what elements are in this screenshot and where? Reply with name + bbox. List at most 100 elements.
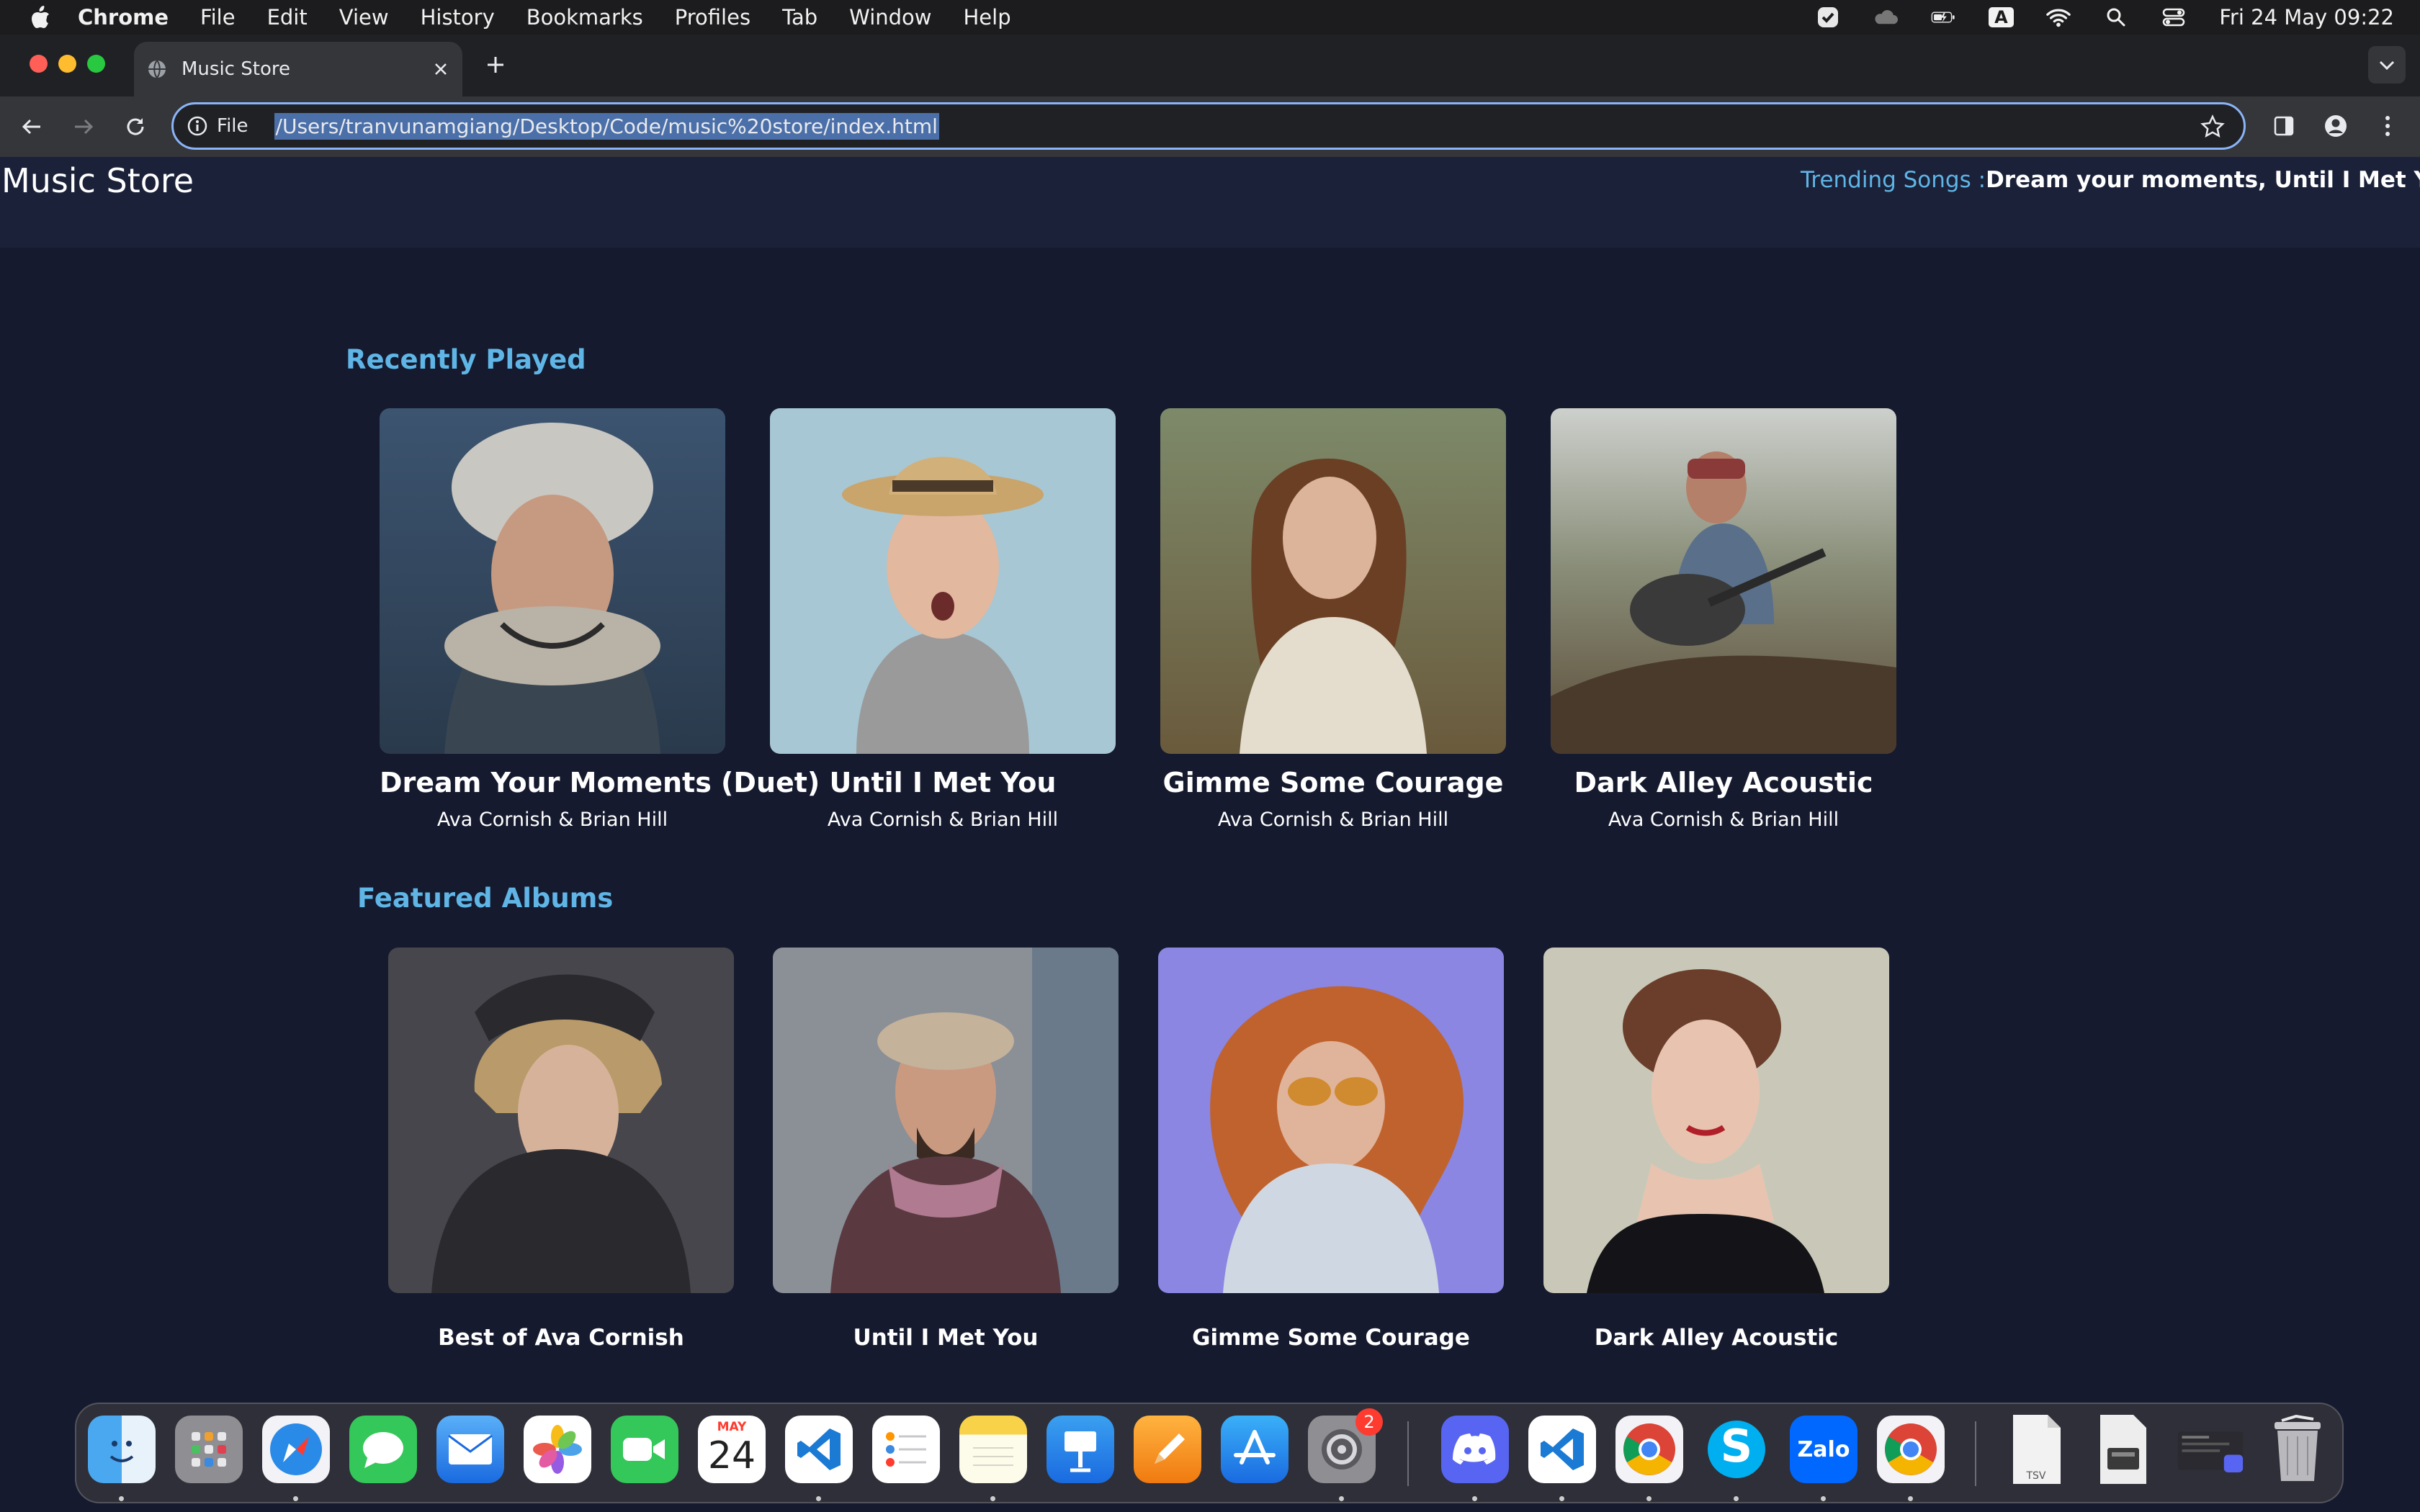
song-card[interactable]: Dark Alley Acoustic Ava Cornish & Brian …: [1551, 408, 1896, 831]
app-store-icon[interactable]: [1221, 1416, 1289, 1483]
album-title[interactable]: Best of Ava Cornish: [388, 1325, 734, 1351]
menu-file[interactable]: File: [200, 5, 236, 30]
side-panel-icon[interactable]: [2269, 111, 2299, 141]
album-card[interactable]: Best of Ava Cornish: [388, 948, 734, 1351]
discord-icon[interactable]: [1441, 1416, 1509, 1483]
menu-window[interactable]: Window: [849, 5, 931, 30]
site-info-icon[interactable]: [187, 115, 208, 137]
cloud-icon[interactable]: [1873, 6, 1899, 28]
site-logo[interactable]: Music Store: [1, 161, 194, 200]
checkmark-app-icon[interactable]: [1816, 6, 1840, 28]
chrome-menu-icon[interactable]: [2372, 111, 2403, 141]
song-card[interactable]: Gimme Some Courage Ava Cornish & Brian H…: [1160, 408, 1506, 831]
running-indicator-dot: [1339, 1496, 1344, 1501]
song-artist: Ava Cornish & Brian Hill: [436, 809, 668, 831]
new-tab-button[interactable]: [481, 50, 510, 79]
wifi-icon[interactable]: [2046, 6, 2071, 28]
tab-close-icon[interactable]: [428, 56, 454, 82]
web-page-viewport: Music Store Trending Songs :Dream your m…: [0, 157, 2420, 1394]
forward-arrow-icon[interactable]: [66, 109, 101, 144]
system-settings-icon[interactable]: 2: [1308, 1408, 1383, 1483]
input-source-indicator[interactable]: A: [1989, 6, 2014, 28]
reminders-icon[interactable]: [872, 1416, 940, 1483]
spotlight-search-icon[interactable]: [2104, 6, 2128, 28]
menu-profiles[interactable]: Profiles: [675, 5, 750, 30]
trending-songs-list[interactable]: Dream your moments, Until I Met You, Gim: [1986, 167, 2420, 193]
song-cover-image[interactable]: [380, 408, 725, 754]
reload-icon[interactable]: [118, 109, 153, 144]
photos-icon[interactable]: [524, 1416, 591, 1483]
skype-icon[interactable]: S: [1703, 1416, 1770, 1483]
menu-edit[interactable]: Edit: [267, 5, 308, 30]
finder-icon[interactable]: [88, 1416, 156, 1483]
vscode-icon[interactable]: [785, 1416, 853, 1483]
profile-avatar-icon[interactable]: [2321, 111, 2351, 141]
song-title[interactable]: Gimme Some Courage: [1160, 767, 1506, 798]
window-close-button[interactable]: [30, 55, 48, 73]
album-card[interactable]: Until I Met You: [773, 948, 1119, 1351]
menu-bar-clock[interactable]: Fri 24 May 09:22: [2219, 5, 2394, 30]
running-indicator-dot: [1472, 1496, 1477, 1501]
album-cover-image[interactable]: [1543, 948, 1889, 1293]
tab-search-chevron-icon[interactable]: [2368, 46, 2406, 84]
archive-file-icon[interactable]: [2089, 1415, 2157, 1484]
url-text[interactable]: /Users/tranvunamgiang/Desktop/Code/music…: [274, 112, 939, 140]
song-title[interactable]: Dream Your Moments (Duet): [380, 767, 820, 798]
keynote-icon[interactable]: [1047, 1416, 1114, 1483]
control-center-icon[interactable]: [2161, 6, 2186, 28]
song-title[interactable]: Dark Alley Acoustic: [1551, 767, 1896, 798]
macos-menu-bar: Chrome File Edit View History Bookmarks …: [0, 0, 2420, 35]
running-indicator-dot: [1908, 1496, 1913, 1501]
calendar-day-label: 24: [707, 1434, 756, 1477]
menu-app-name[interactable]: Chrome: [78, 5, 169, 30]
notes-icon[interactable]: [959, 1416, 1027, 1483]
running-indicator-dot: [293, 1496, 298, 1501]
song-card[interactable]: Until I Met You Ava Cornish & Brian Hill: [770, 408, 1116, 831]
chrome-icon[interactable]: [1615, 1416, 1683, 1483]
album-card[interactable]: Dark Alley Acoustic: [1543, 948, 1889, 1351]
back-arrow-icon[interactable]: [14, 109, 49, 144]
song-card[interactable]: Dream Your Moments (Duet) Ava Cornish & …: [380, 408, 820, 831]
menu-view[interactable]: View: [339, 5, 389, 30]
album-cover-image[interactable]: [388, 948, 734, 1293]
menu-help[interactable]: Help: [964, 5, 1011, 30]
album-title[interactable]: Until I Met You: [773, 1325, 1119, 1351]
safari-icon[interactable]: [262, 1416, 330, 1483]
album-card[interactable]: Gimme Some Courage: [1158, 948, 1504, 1351]
running-indicator-dot: [1559, 1496, 1564, 1501]
menu-tab[interactable]: Tab: [782, 5, 817, 30]
window-minimize-button[interactable]: [58, 55, 76, 73]
tsv-file-icon[interactable]: TSV: [2002, 1415, 2070, 1484]
zalo-icon[interactable]: Zalo: [1790, 1416, 1857, 1483]
album-title[interactable]: Gimme Some Courage: [1158, 1325, 1504, 1351]
trending-songs-ticker: Trending Songs :Dream your moments, Unti…: [1801, 167, 2420, 193]
tsv-file-label: TSV: [2026, 1470, 2046, 1482]
menu-history[interactable]: History: [421, 5, 495, 30]
bookmark-star-icon[interactable]: [2200, 114, 2225, 139]
browser-tab-active[interactable]: Music Store: [134, 42, 462, 96]
trash-icon[interactable]: [2264, 1415, 2331, 1483]
address-bar[interactable]: File /Users/tranvunamgiang/Desktop/Code/…: [171, 102, 2246, 150]
calendar-icon[interactable]: MAY 24: [698, 1416, 766, 1483]
menu-bookmarks[interactable]: Bookmarks: [526, 5, 643, 30]
album-cover-image[interactable]: [773, 948, 1119, 1293]
song-cover-image[interactable]: [1160, 408, 1506, 754]
album-title[interactable]: Dark Alley Acoustic: [1543, 1325, 1889, 1351]
messages-icon[interactable]: [349, 1416, 417, 1483]
apple-menu-icon[interactable]: [27, 4, 53, 30]
battery-icon[interactable]: [1931, 6, 1955, 28]
launchpad-icon[interactable]: [175, 1416, 243, 1483]
mail-icon[interactable]: [436, 1416, 504, 1483]
chrome-profile-icon[interactable]: [1877, 1416, 1945, 1483]
song-cover-image[interactable]: [1551, 408, 1896, 754]
screenshot-stack-icon[interactable]: [2177, 1416, 2244, 1483]
running-indicator-dot: [816, 1496, 821, 1501]
album-cover-image[interactable]: [1158, 948, 1504, 1293]
song-cover-image[interactable]: [770, 408, 1116, 754]
window-maximize-button[interactable]: [87, 55, 105, 73]
facetime-icon[interactable]: [611, 1416, 678, 1483]
pages-icon[interactable]: [1134, 1416, 1201, 1483]
featured-albums-heading: Featured Albums: [357, 883, 614, 914]
song-title[interactable]: Until I Met You: [770, 767, 1116, 798]
vscode-secondary-icon[interactable]: [1528, 1416, 1596, 1483]
